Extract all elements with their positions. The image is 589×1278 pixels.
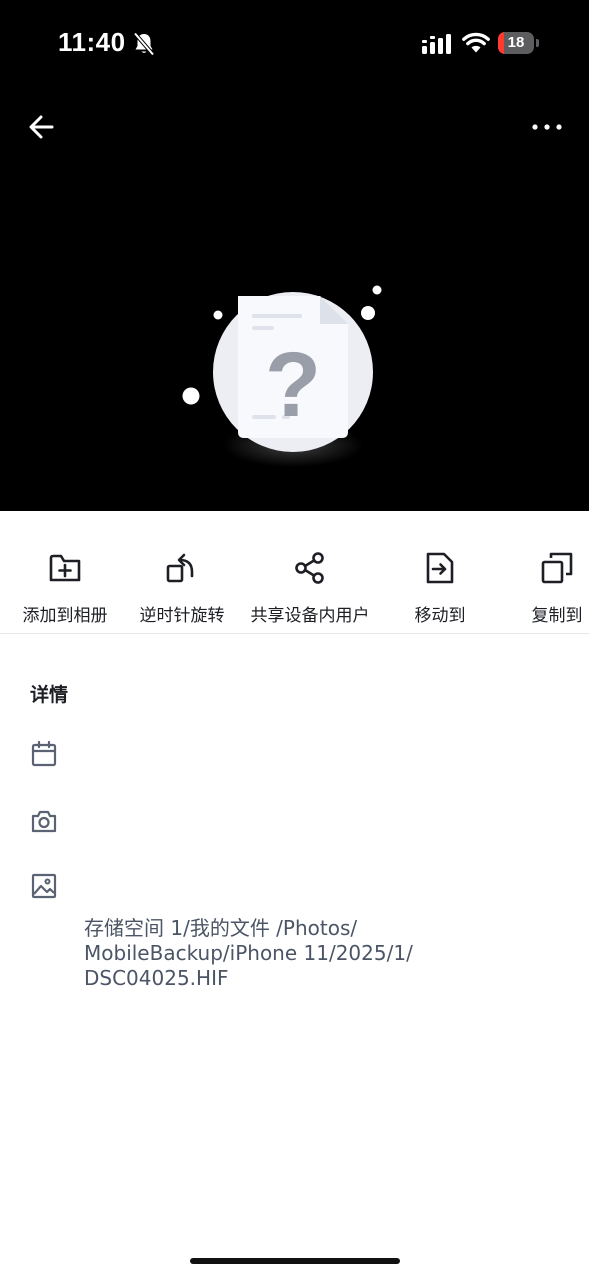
unknown-file-icon: ? [182,285,382,467]
camera-icon [31,810,57,833]
bell-muted-icon [133,32,155,56]
more-horizontal-icon [532,124,562,130]
battery-percent: 18 [507,34,525,51]
file-path-text: 存储空间 1/我的文件 /Photos/ MobileBackup/iPhone… [84,916,524,991]
add-to-album-icon [49,554,81,582]
image-icon [31,873,57,899]
share-icon [295,552,324,584]
more-options-button[interactable] [526,108,570,148]
move-to-icon [426,552,454,584]
arrow-left-icon [29,115,54,139]
file-path-line: MobileBackup/iPhone 11/2025/1/ [84,941,413,965]
media-preview-area: 11:40 18 ? [0,0,589,511]
wifi-icon [462,32,490,53]
action-label: 复制到 [531,606,583,626]
back-button[interactable] [22,108,62,148]
action-toolbar: 添加到相册 逆时针旋转 共享设备内用户 移动到 复制到 [0,511,589,634]
copy-icon [541,552,573,584]
file-path-line: 存储空间 1/我的文件 /Photos/ [84,916,358,940]
rotate-counterclockwise-icon [166,553,194,583]
file-path-line: DSC04025.HIF [84,966,229,990]
battery-indicator: 18 [498,32,540,56]
svg-text:?: ? [265,334,321,436]
status-time: 11:40 [58,27,126,57]
details-heading: 详情 [30,684,69,706]
copy-to-button[interactable]: 复制到 [487,551,589,631]
home-indicator[interactable] [190,1258,400,1264]
calendar-icon [31,740,57,767]
cellular-signal-icon [422,34,451,54]
